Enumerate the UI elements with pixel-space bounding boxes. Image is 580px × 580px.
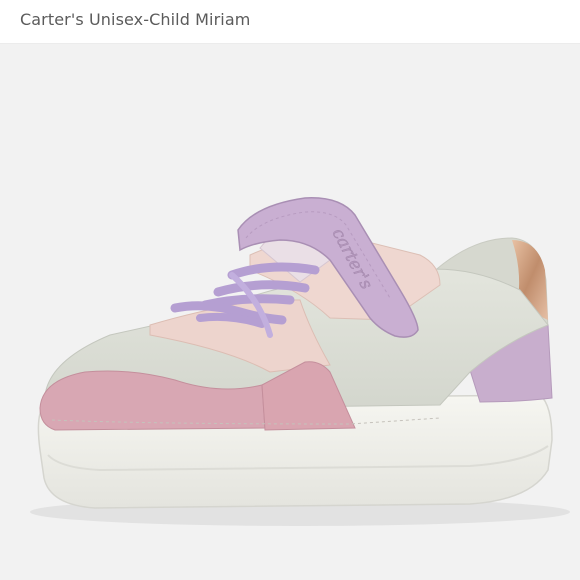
listing-title: Carter's Unisex-Child Miriam	[20, 10, 251, 29]
listing-header: Carter's Unisex-Child Miriam	[0, 0, 580, 44]
product-image-area[interactable]: carter's	[0, 44, 580, 580]
listing-page: Carter's Unisex-Child Miriam carter's	[0, 0, 580, 580]
sneaker-image: carter's	[30, 197, 570, 526]
